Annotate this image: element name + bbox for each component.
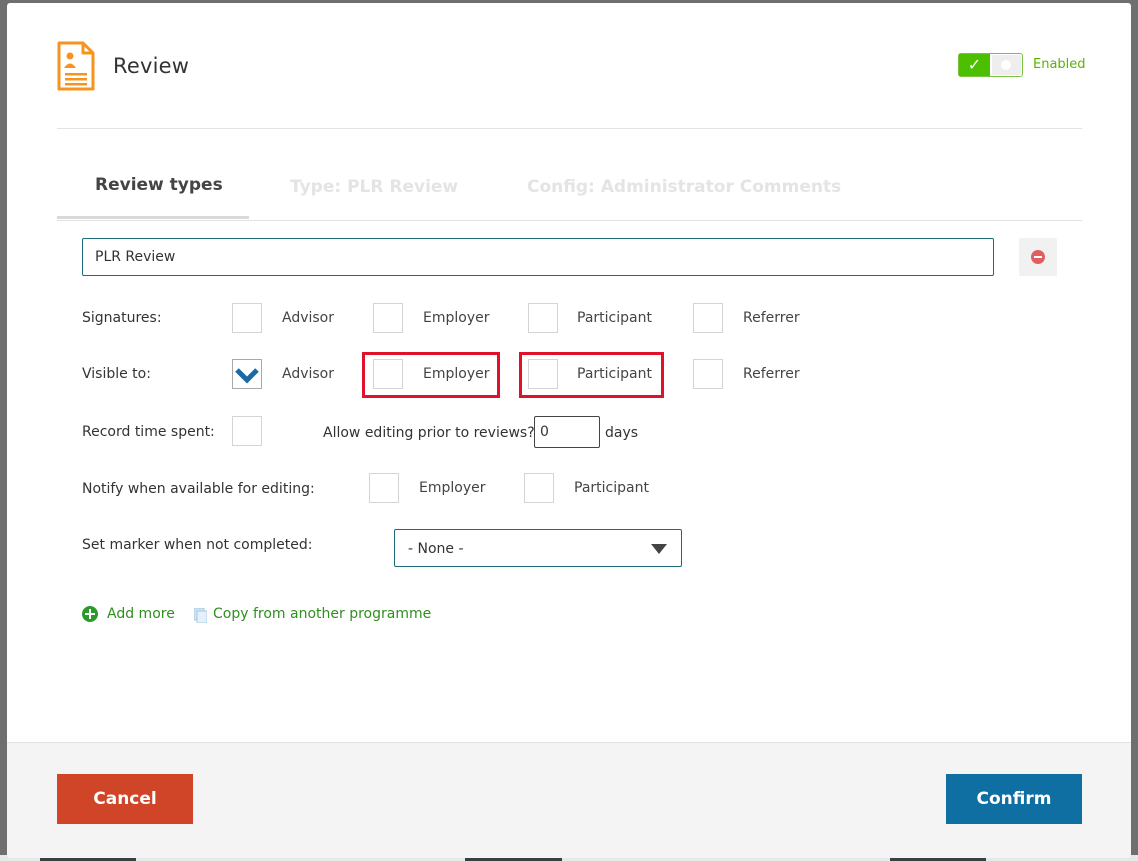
marker-select[interactable]: - None - bbox=[394, 529, 682, 567]
tab-review-types[interactable]: Review types bbox=[95, 175, 223, 195]
marker-selected-value: - None - bbox=[408, 541, 464, 557]
divider bbox=[57, 128, 1082, 129]
signature-advisor-checkbox[interactable] bbox=[232, 303, 262, 333]
review-modal: Review ✓ Enabled Review types Type: PLR … bbox=[7, 3, 1131, 858]
visible-referrer-checkbox[interactable] bbox=[693, 359, 723, 389]
dropdown-arrow-icon bbox=[651, 544, 667, 554]
allow-editing-label: Allow editing prior to reviews? bbox=[323, 425, 535, 441]
notify-label: Notify when available for editing: bbox=[82, 481, 315, 497]
visible-participant-checkbox[interactable] bbox=[528, 359, 558, 389]
add-circle-icon bbox=[82, 606, 98, 622]
signature-participant-checkbox[interactable] bbox=[528, 303, 558, 333]
remove-review-type-button[interactable] bbox=[1019, 238, 1057, 276]
visible-participant-label: Participant bbox=[577, 366, 652, 382]
cancel-button[interactable]: Cancel bbox=[57, 774, 193, 824]
document-person-icon bbox=[57, 41, 95, 91]
review-type-name-input[interactable] bbox=[82, 238, 994, 276]
confirm-button[interactable]: Confirm bbox=[946, 774, 1082, 824]
active-tab-indicator bbox=[57, 216, 249, 219]
record-time-label: Record time spent: bbox=[82, 424, 215, 440]
notify-participant-label: Participant bbox=[574, 480, 649, 496]
signatures-label: Signatures: bbox=[82, 310, 162, 326]
check-icon: ✓ bbox=[959, 54, 990, 76]
signature-employer-label: Employer bbox=[423, 310, 490, 326]
visible-employer-checkbox[interactable] bbox=[373, 359, 403, 389]
visible-advisor-checkbox[interactable] bbox=[232, 359, 262, 389]
record-time-checkbox[interactable] bbox=[232, 416, 262, 446]
signature-referrer-label: Referrer bbox=[743, 310, 800, 326]
notify-participant-checkbox[interactable] bbox=[524, 473, 554, 503]
marker-label: Set marker when not completed: bbox=[82, 537, 313, 553]
toggle-knob bbox=[992, 55, 1021, 75]
signature-advisor-label: Advisor bbox=[282, 310, 335, 326]
tabs-divider bbox=[57, 220, 1082, 221]
enabled-toggle[interactable]: ✓ bbox=[958, 53, 1023, 77]
days-unit-label: days bbox=[605, 425, 639, 441]
toggle-label: Enabled bbox=[1033, 57, 1086, 72]
visible-to-label: Visible to: bbox=[82, 366, 151, 382]
copy-from-programme-link[interactable]: Copy from another programme bbox=[213, 606, 431, 622]
notify-employer-checkbox[interactable] bbox=[369, 473, 399, 503]
add-more-link[interactable]: Add more bbox=[107, 606, 175, 622]
notify-employer-label: Employer bbox=[419, 480, 486, 496]
copy-document-icon bbox=[194, 608, 207, 623]
modal-title: Review bbox=[113, 54, 190, 78]
signature-referrer-checkbox[interactable] bbox=[693, 303, 723, 333]
minus-circle-icon bbox=[1031, 250, 1045, 264]
tab-config-administrator-comments[interactable]: Config: Administrator Comments bbox=[527, 177, 841, 197]
visible-employer-label: Employer bbox=[423, 366, 490, 382]
tab-type-plr-review[interactable]: Type: PLR Review bbox=[290, 177, 458, 197]
visible-advisor-label: Advisor bbox=[282, 366, 335, 382]
visible-referrer-label: Referrer bbox=[743, 366, 800, 382]
checkmark-icon bbox=[235, 368, 259, 384]
signature-employer-checkbox[interactable] bbox=[373, 303, 403, 333]
allow-editing-days-input[interactable] bbox=[534, 416, 600, 448]
signature-participant-label: Participant bbox=[577, 310, 652, 326]
